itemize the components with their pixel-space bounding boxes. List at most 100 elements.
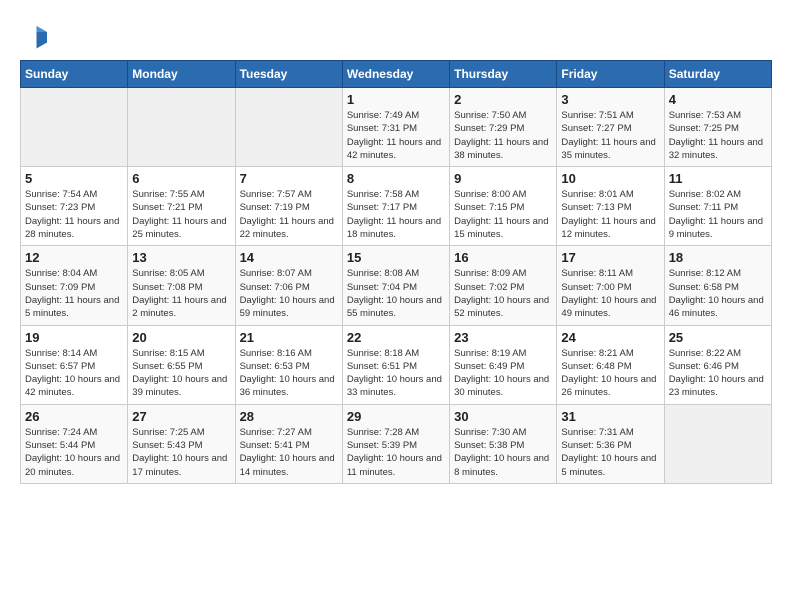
calendar-header-sunday: Sunday (21, 61, 128, 88)
day-number: 11 (669, 171, 767, 186)
day-info: Sunrise: 8:07 AM Sunset: 7:06 PM Dayligh… (240, 267, 338, 320)
calendar-week-3: 19 Sunrise: 8:14 AM Sunset: 6:57 PM Dayli… (21, 325, 772, 404)
calendar-cell: 15 Sunrise: 8:08 AM Sunset: 7:04 PM Dayli… (342, 246, 449, 325)
logo (20, 20, 54, 50)
day-number: 18 (669, 250, 767, 265)
calendar-cell: 19 Sunrise: 8:14 AM Sunset: 6:57 PM Dayli… (21, 325, 128, 404)
day-number: 16 (454, 250, 552, 265)
day-info: Sunrise: 8:08 AM Sunset: 7:04 PM Dayligh… (347, 267, 445, 320)
day-number: 27 (132, 409, 230, 424)
calendar-cell: 26 Sunrise: 7:24 AM Sunset: 5:44 PM Dayli… (21, 404, 128, 483)
calendar-header-saturday: Saturday (664, 61, 771, 88)
day-info: Sunrise: 7:31 AM Sunset: 5:36 PM Dayligh… (561, 426, 659, 479)
day-number: 30 (454, 409, 552, 424)
day-number: 29 (347, 409, 445, 424)
day-number: 3 (561, 92, 659, 107)
calendar-cell (664, 404, 771, 483)
calendar-cell: 1 Sunrise: 7:49 AM Sunset: 7:31 PM Daylig… (342, 88, 449, 167)
day-number: 7 (240, 171, 338, 186)
day-number: 20 (132, 330, 230, 345)
day-number: 6 (132, 171, 230, 186)
calendar-cell: 30 Sunrise: 7:30 AM Sunset: 5:38 PM Dayli… (450, 404, 557, 483)
calendar-week-4: 26 Sunrise: 7:24 AM Sunset: 5:44 PM Dayli… (21, 404, 772, 483)
day-number: 14 (240, 250, 338, 265)
page-container: SundayMondayTuesdayWednesdayThursdayFrid… (0, 0, 792, 494)
day-number: 10 (561, 171, 659, 186)
day-number: 31 (561, 409, 659, 424)
calendar-cell: 4Sunrise: 7:53 AM Sunset: 7:25 PM Daylig… (664, 88, 771, 167)
day-info: Sunrise: 8:05 AM Sunset: 7:08 PM Dayligh… (132, 267, 230, 320)
calendar-cell: 10 Sunrise: 8:01 AM Sunset: 7:13 PM Dayli… (557, 167, 664, 246)
calendar-cell (128, 88, 235, 167)
calendar-cell: 13 Sunrise: 8:05 AM Sunset: 7:08 PM Dayli… (128, 246, 235, 325)
day-info: Sunrise: 7:28 AM Sunset: 5:39 PM Dayligh… (347, 426, 445, 479)
calendar-cell: 7Sunrise: 7:57 AM Sunset: 7:19 PM Daylig… (235, 167, 342, 246)
day-info: Sunrise: 7:49 AM Sunset: 7:31 PM Dayligh… (347, 109, 445, 162)
day-number: 28 (240, 409, 338, 424)
day-number: 25 (669, 330, 767, 345)
calendar-header-wednesday: Wednesday (342, 61, 449, 88)
day-info: Sunrise: 7:53 AM Sunset: 7:25 PM Dayligh… (669, 109, 767, 162)
day-info: Sunrise: 8:21 AM Sunset: 6:48 PM Dayligh… (561, 347, 659, 400)
day-info: Sunrise: 8:16 AM Sunset: 6:53 PM Dayligh… (240, 347, 338, 400)
day-number: 2 (454, 92, 552, 107)
day-info: Sunrise: 7:24 AM Sunset: 5:44 PM Dayligh… (25, 426, 123, 479)
calendar-header-thursday: Thursday (450, 61, 557, 88)
day-number: 12 (25, 250, 123, 265)
day-info: Sunrise: 7:51 AM Sunset: 7:27 PM Dayligh… (561, 109, 659, 162)
day-info: Sunrise: 8:12 AM Sunset: 6:58 PM Dayligh… (669, 267, 767, 320)
calendar-header-row: SundayMondayTuesdayWednesdayThursdayFrid… (21, 61, 772, 88)
calendar-header-friday: Friday (557, 61, 664, 88)
day-number: 23 (454, 330, 552, 345)
calendar-week-2: 12Sunrise: 8:04 AM Sunset: 7:09 PM Dayli… (21, 246, 772, 325)
day-info: Sunrise: 8:11 AM Sunset: 7:00 PM Dayligh… (561, 267, 659, 320)
calendar-cell: 21Sunrise: 8:16 AM Sunset: 6:53 PM Dayli… (235, 325, 342, 404)
calendar-cell (235, 88, 342, 167)
calendar-cell: 6 Sunrise: 7:55 AM Sunset: 7:21 PM Daylig… (128, 167, 235, 246)
day-info: Sunrise: 8:15 AM Sunset: 6:55 PM Dayligh… (132, 347, 230, 400)
calendar-cell: 8 Sunrise: 7:58 AM Sunset: 7:17 PM Daylig… (342, 167, 449, 246)
calendar-cell: 23 Sunrise: 8:19 AM Sunset: 6:49 PM Dayli… (450, 325, 557, 404)
day-info: Sunrise: 8:19 AM Sunset: 6:49 PM Dayligh… (454, 347, 552, 400)
day-number: 8 (347, 171, 445, 186)
day-number: 24 (561, 330, 659, 345)
day-number: 22 (347, 330, 445, 345)
logo-icon (20, 20, 50, 50)
calendar-cell: 16 Sunrise: 8:09 AM Sunset: 7:02 PM Dayli… (450, 246, 557, 325)
day-number: 26 (25, 409, 123, 424)
day-number: 1 (347, 92, 445, 107)
day-number: 15 (347, 250, 445, 265)
day-info: Sunrise: 8:14 AM Sunset: 6:57 PM Dayligh… (25, 347, 123, 400)
day-number: 17 (561, 250, 659, 265)
day-number: 9 (454, 171, 552, 186)
calendar-cell: 22Sunrise: 8:18 AM Sunset: 6:51 PM Dayli… (342, 325, 449, 404)
day-info: Sunrise: 8:01 AM Sunset: 7:13 PM Dayligh… (561, 188, 659, 241)
calendar-cell: 3 Sunrise: 7:51 AM Sunset: 7:27 PM Daylig… (557, 88, 664, 167)
calendar-cell: 18 Sunrise: 8:12 AM Sunset: 6:58 PM Dayli… (664, 246, 771, 325)
calendar-cell: 11Sunrise: 8:02 AM Sunset: 7:11 PM Dayli… (664, 167, 771, 246)
day-number: 19 (25, 330, 123, 345)
calendar-week-0: 1 Sunrise: 7:49 AM Sunset: 7:31 PM Daylig… (21, 88, 772, 167)
calendar-cell: 28 Sunrise: 7:27 AM Sunset: 5:41 PM Dayli… (235, 404, 342, 483)
calendar-cell: 9Sunrise: 8:00 AM Sunset: 7:15 PM Daylig… (450, 167, 557, 246)
day-info: Sunrise: 7:50 AM Sunset: 7:29 PM Dayligh… (454, 109, 552, 162)
calendar-cell (21, 88, 128, 167)
calendar-cell: 20 Sunrise: 8:15 AM Sunset: 6:55 PM Dayli… (128, 325, 235, 404)
day-number: 13 (132, 250, 230, 265)
day-number: 5 (25, 171, 123, 186)
day-info: Sunrise: 7:55 AM Sunset: 7:21 PM Dayligh… (132, 188, 230, 241)
calendar-table: SundayMondayTuesdayWednesdayThursdayFrid… (20, 60, 772, 484)
calendar-cell: 29 Sunrise: 7:28 AM Sunset: 5:39 PM Dayli… (342, 404, 449, 483)
calendar-week-1: 5Sunrise: 7:54 AM Sunset: 7:23 PM Daylig… (21, 167, 772, 246)
calendar-cell: 5Sunrise: 7:54 AM Sunset: 7:23 PM Daylig… (21, 167, 128, 246)
day-info: Sunrise: 7:58 AM Sunset: 7:17 PM Dayligh… (347, 188, 445, 241)
calendar-header-tuesday: Tuesday (235, 61, 342, 88)
day-info: Sunrise: 7:25 AM Sunset: 5:43 PM Dayligh… (132, 426, 230, 479)
day-info: Sunrise: 8:09 AM Sunset: 7:02 PM Dayligh… (454, 267, 552, 320)
calendar-cell: 12Sunrise: 8:04 AM Sunset: 7:09 PM Dayli… (21, 246, 128, 325)
day-info: Sunrise: 8:22 AM Sunset: 6:46 PM Dayligh… (669, 347, 767, 400)
day-info: Sunrise: 7:27 AM Sunset: 5:41 PM Dayligh… (240, 426, 338, 479)
calendar-cell: 2 Sunrise: 7:50 AM Sunset: 7:29 PM Daylig… (450, 88, 557, 167)
day-info: Sunrise: 7:30 AM Sunset: 5:38 PM Dayligh… (454, 426, 552, 479)
calendar-header-monday: Monday (128, 61, 235, 88)
